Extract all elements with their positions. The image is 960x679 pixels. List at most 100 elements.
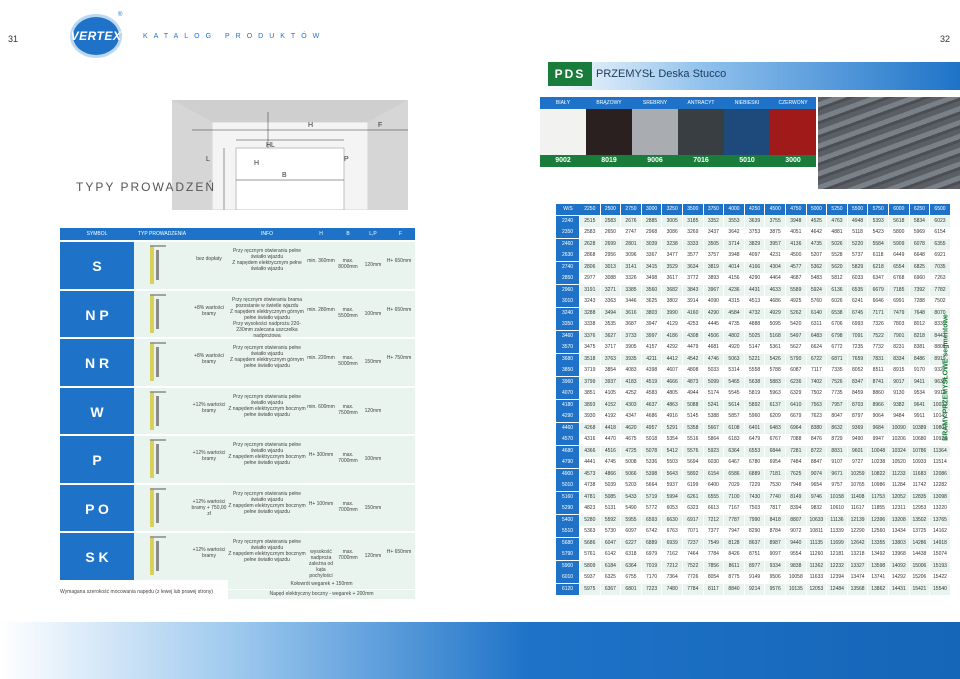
price-table-cell: 13098 [930,491,950,503]
price-table-cell: 9411 [909,376,930,388]
price-table-cell: 13803 [889,537,909,549]
product-badge: PDS [548,62,592,86]
price-table-cell: 8751 [744,549,765,560]
price-table-cell: 5174 [703,388,724,399]
price-table-cell: 7503 [744,503,765,514]
price-table-cell: 8218 [909,330,930,342]
price-table-cell: 3948 [724,250,744,261]
price-table-cell: 4781 [580,491,600,503]
price-table-width-header: 5750 [868,204,888,215]
price-table-cell: 8476 [806,434,827,445]
price-table-cell: 4925 [786,296,806,307]
row-surcharge: +12% wartości bramy + 750,00 zł [191,498,227,517]
price-table-cell: 5975 [580,583,600,595]
price-table-cell: 8231 [889,342,909,353]
price-table-cell: 6630 [662,514,682,526]
price-table-cell: 6325 [600,572,621,583]
price-table-cell: 5664 [641,480,662,491]
color-swatch-code: 9002 [540,155,586,167]
price-table-cell: 3560 [641,284,662,296]
price-table-cell: 4506 [703,330,724,342]
price-table-cell: 7625 [786,468,806,480]
price-table-cell: 2806 [580,261,600,273]
price-table-cell: 4083 [621,365,641,376]
row-lp: 100mm [364,456,382,462]
price-table-cell: 5085 [600,491,621,503]
price-table-cell: 5280 [580,514,600,526]
price-table-cell: 9838 [786,560,806,572]
color-swatch-name: BRĄZOWY [596,100,622,106]
row-info: Przy ręcznym otwieraniu pełne światło wj… [228,490,306,515]
price-table-cell: 4957 [641,422,662,434]
price-table-cell: 6844 [765,445,785,457]
price-table-cell: 13327 [847,560,868,572]
price-table-cell: 9490 [847,434,868,445]
price-table-cell: 3772 [683,273,703,284]
price-table-cell: 13218 [847,549,868,560]
row-surcharge: +12% wartości bramy [192,401,226,414]
price-table-cell: 3819 [703,261,724,273]
price-table-cell: 4398 [641,365,662,376]
price-table-cell: 15206 [909,572,930,583]
price-table-cell: 7088 [786,434,806,445]
guide-profile-illustration [136,438,188,481]
price-table-cell: 3385 [621,284,641,296]
price-table-cell: 6401 [744,422,765,434]
price-table-cell: 3914 [683,296,703,307]
price-table-cell: 6479 [744,434,765,445]
price-table-cell: 5147 [744,342,765,353]
price-table-cell: 3957 [765,238,785,250]
price-table-cell: 9074 [806,468,827,480]
price-table-width-header: 2250 [580,204,600,215]
price-table-cell: 7288 [909,296,930,307]
color-swatch-code: 7016 [678,155,724,167]
price-table-cell: 10765 [847,480,868,491]
price-table-cell: 7803 [889,319,909,330]
price-table-cell: 3875 [765,227,785,238]
price-table-cell: 3714 [724,238,744,250]
price-table-cell: 5638 [744,376,765,388]
price-table-cell: 8797 [847,411,868,422]
price-table-cell: 3935 [621,353,641,365]
price-table-cell: 5039 [600,480,621,491]
price-table-width-header: 4750 [786,204,806,215]
price-table-cell: 10058 [786,572,806,583]
price-table-cell: 4253 [683,319,703,330]
price-table-cell: 3086 [662,227,682,238]
price-table-cell: 7856 [703,560,724,572]
price-table-cell: 8966 [868,399,888,411]
price-table-cell: 12953 [909,503,930,514]
price-table-cell: 3005 [662,215,682,227]
color-swatch-code: 9006 [632,155,678,167]
price-table-cell: 10238 [868,457,888,468]
price-table-cell: 3843 [683,284,703,296]
price-table-cell: 4097 [744,250,765,261]
price-table-cell: 4745 [600,457,621,468]
price-table-cell: 7212 [703,514,724,526]
color-swatch-name: CZERWONY [778,100,808,106]
price-table-cell: 2583 [600,215,621,227]
price-table-cell: 6154 [703,468,724,480]
price-table-cell: 3518 [580,353,600,365]
price-table-cell: 4129 [662,319,682,330]
price-table-cell: 9947 [868,434,888,445]
price-table-cell: 3997 [641,330,662,342]
price-table-cell: 10786 [909,445,930,457]
row-h: min. 600mm [307,403,335,410]
price-table-cell: 6318 [621,549,641,560]
price-table-height-header: 6120 [556,583,579,595]
price-table-cell: 6023 [930,215,950,227]
price-table-cell: 8347 [847,376,868,388]
price-table-cell: 9727 [847,457,868,468]
price-table-cell: 6241 [847,296,868,307]
price-table-cell: 4470 [600,434,621,445]
price-table-cell: 7281 [786,445,806,457]
price-table-height-header: 5680 [556,537,579,549]
price-table-cell: 6917 [683,514,703,526]
price-table-cell: 11617 [847,503,868,514]
price-table-cell: 8052 [847,365,868,376]
price-table-cell: 15421 [909,583,930,595]
price-table-cell: 5131 [600,503,621,514]
price-table-cell: 4573 [580,468,600,480]
price-table-cell: 7185 [889,284,909,296]
